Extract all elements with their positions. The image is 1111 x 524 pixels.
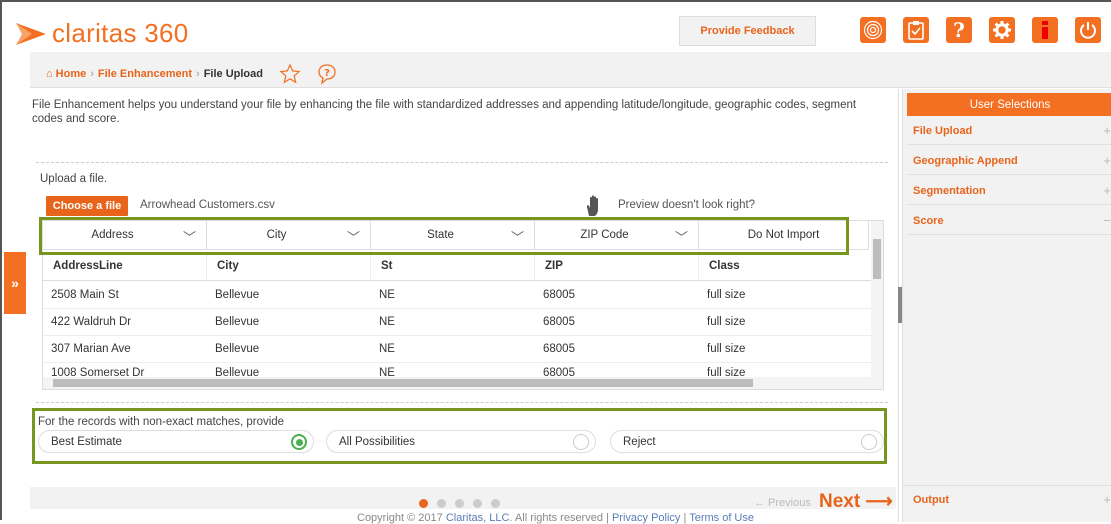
table-cell: Bellevue xyxy=(215,316,260,328)
step-dot xyxy=(437,499,446,508)
column-header: ZIP xyxy=(535,251,699,280)
copyright: Copyright © 2017 Claritas, LLC. All righ… xyxy=(357,512,754,524)
breadcrumb-home[interactable]: Home xyxy=(56,68,87,80)
vertical-scrollbar[interactable] xyxy=(871,221,883,379)
column-header: St xyxy=(371,251,535,280)
star-icon[interactable] xyxy=(279,63,301,85)
column-header: Class xyxy=(709,259,740,272)
arrow-right-icon: ⟶ xyxy=(865,491,893,512)
table-cell: 422 Waldruh Dr xyxy=(51,316,132,328)
next-label: Next xyxy=(819,491,861,512)
breadcrumb-bar: ⌂ Home › File Enhancement › File Upload … xyxy=(30,52,1111,88)
terms-of-use-link[interactable]: Terms of Use xyxy=(689,512,754,524)
scroll-thumb[interactable] xyxy=(873,239,881,279)
step-dot xyxy=(473,499,482,508)
gear-icon[interactable] xyxy=(989,17,1015,43)
records-highlight xyxy=(32,408,887,464)
mapping-highlight xyxy=(39,217,849,255)
table-cell: NE xyxy=(379,316,395,328)
app-window: claritas 360 Provide Feedback ? ⌂ Home ›… xyxy=(0,0,1111,524)
selection-label: Output xyxy=(913,493,950,506)
expand-left-panel-button[interactable]: » xyxy=(4,252,26,314)
selection-label: Score xyxy=(913,214,944,227)
table-row: 422 Waldruh Dr Bellevue NE 68005 full si… xyxy=(43,309,873,336)
table-cell: 307 Marian Ave xyxy=(51,343,131,355)
logo-text: claritas 360 xyxy=(52,18,189,48)
previous-button[interactable]: ← Previous xyxy=(754,497,811,509)
intro-text: File Enhancement helps you understand yo… xyxy=(32,99,857,125)
horizontal-scrollbar[interactable] xyxy=(43,377,883,389)
next-button[interactable]: Next ⟶ xyxy=(819,490,893,513)
selection-segmentation[interactable]: Segmentation + xyxy=(907,177,1111,205)
column-header: City xyxy=(207,251,371,280)
table-cell: full size xyxy=(707,289,746,301)
breadcrumb-file-enhancement[interactable]: File Enhancement xyxy=(98,68,192,80)
help-bubble-icon[interactable]: ? xyxy=(317,63,337,85)
copyright-text: Copyright © 2017 xyxy=(357,512,443,524)
table-cell: Bellevue xyxy=(215,343,260,355)
preview-help-link[interactable]: Preview doesn't look right? xyxy=(618,199,755,211)
selection-output[interactable]: Output + xyxy=(902,485,1111,513)
breadcrumb-current: File Upload xyxy=(203,68,263,80)
file-name: Arrowhead Customers.csv xyxy=(140,199,275,211)
table-cell: NE xyxy=(379,343,395,355)
hand-icon xyxy=(586,195,598,216)
clipboard-icon[interactable] xyxy=(903,17,929,43)
step-indicator xyxy=(419,499,500,508)
selection-geographic-append[interactable]: Geographic Append + xyxy=(907,147,1111,175)
breadcrumb-separator: › xyxy=(90,68,94,80)
table-row: 2508 Main St Bellevue NE 68005 full size xyxy=(43,282,873,309)
company-link[interactable]: Claritas, LLC xyxy=(446,512,510,524)
logo-mark-icon xyxy=(16,22,46,45)
step-dot xyxy=(491,499,500,508)
table-header: AddressLine City St ZIP Class xyxy=(43,251,873,281)
table-cell: 68005 xyxy=(543,316,575,328)
column-header: AddressLine xyxy=(43,251,207,280)
upload-label: Upload a file. xyxy=(40,173,108,185)
selection-file-upload[interactable]: File Upload + xyxy=(907,117,1111,145)
user-selections-title: User Selections xyxy=(907,93,1111,116)
choose-file-button[interactable]: Choose a file xyxy=(46,196,128,216)
table-cell: 68005 xyxy=(543,343,575,355)
table-cell: full size xyxy=(707,343,746,355)
plus-icon: + xyxy=(1103,153,1111,168)
rights-text: All rights reserved xyxy=(514,512,603,524)
home-icon: ⌂ xyxy=(46,68,53,80)
power-icon[interactable] xyxy=(1075,17,1101,43)
selection-label: File Upload xyxy=(913,124,973,137)
table-cell: 68005 xyxy=(543,289,575,301)
step-dot xyxy=(455,499,464,508)
logo[interactable]: claritas 360 xyxy=(16,18,189,49)
selection-label: Geographic Append xyxy=(913,154,1018,167)
table-cell: Bellevue xyxy=(215,289,260,301)
target-icon[interactable] xyxy=(860,17,886,43)
table-cell: NE xyxy=(379,289,395,301)
privacy-policy-link[interactable]: Privacy Policy xyxy=(612,512,680,524)
help-icon[interactable]: ? xyxy=(946,17,972,43)
selection-label: Segmentation xyxy=(913,184,986,197)
breadcrumb: ⌂ Home › File Enhancement › File Upload … xyxy=(46,63,337,85)
step-dot xyxy=(419,499,428,508)
provide-feedback-button[interactable]: Provide Feedback xyxy=(679,16,816,46)
scroll-thumb[interactable] xyxy=(53,379,753,387)
divider xyxy=(36,162,888,163)
info-icon[interactable] xyxy=(1032,17,1058,43)
top-bar: claritas 360 Provide Feedback ? xyxy=(2,4,1111,52)
table-cell: 2508 Main St xyxy=(51,289,119,301)
selection-score[interactable]: Score − xyxy=(907,207,1111,235)
svg-text:?: ? xyxy=(324,68,330,79)
minus-icon: − xyxy=(1103,213,1111,228)
plus-icon: + xyxy=(1103,183,1111,198)
plus-icon: + xyxy=(1103,123,1111,138)
plus-icon: + xyxy=(1103,492,1111,507)
table-row: 307 Marian Ave Bellevue NE 68005 full si… xyxy=(43,336,873,363)
divider xyxy=(36,402,888,403)
table-cell: full size xyxy=(707,316,746,328)
breadcrumb-separator: › xyxy=(196,68,200,80)
